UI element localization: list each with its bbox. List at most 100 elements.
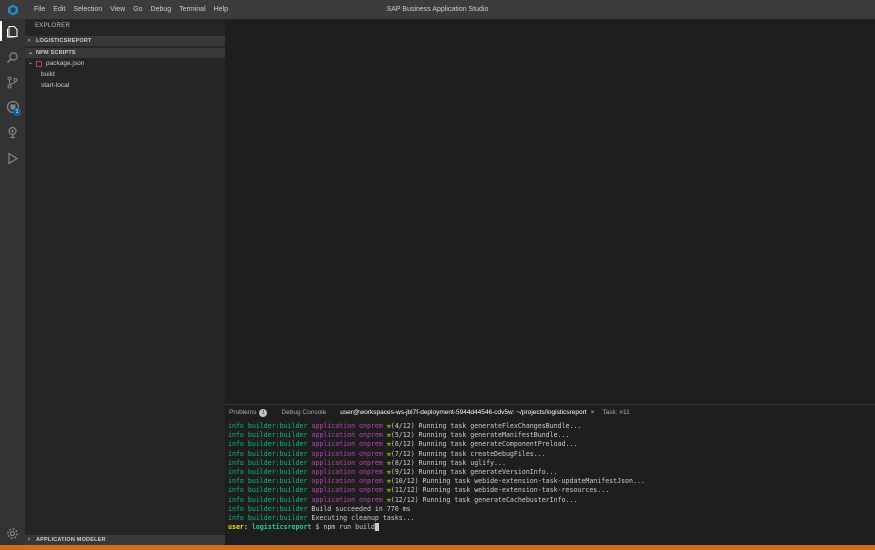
log-level: info: [228, 431, 244, 440]
menu-debug[interactable]: Debug: [147, 0, 176, 19]
tree-item-label: build: [41, 71, 55, 78]
terminal-line: info builder:builder Executing cleanup t…: [228, 514, 875, 523]
log-message: Build succeeded in 770 ms: [311, 504, 411, 513]
section-label: NPM SCRIPTS: [36, 50, 76, 56]
log-source: builder:builder: [247, 431, 308, 440]
log-level: info: [228, 449, 244, 458]
log-app: application onprem: [311, 486, 383, 495]
log-source: builder:builder: [247, 468, 308, 477]
prompt-symbol: $: [315, 523, 320, 532]
log-level: info: [228, 495, 244, 504]
remote-explorer-icon[interactable]: [0, 120, 25, 144]
settings-gear-icon[interactable]: [0, 521, 25, 545]
npm-script-start-local[interactable]: start-local: [25, 80, 225, 91]
close-icon[interactable]: ×: [591, 409, 595, 416]
log-source: builder:builder: [247, 458, 308, 467]
npm-script-build[interactable]: build: [25, 69, 225, 80]
tree-item-label: package.json: [46, 60, 85, 67]
section-npm-scripts[interactable]: ⌄ NPM SCRIPTS: [25, 48, 225, 58]
log-source: builder:builder: [247, 477, 308, 486]
app-logo-icon: [0, 0, 26, 19]
terminal-line: info builder:builder application onprem …: [228, 477, 875, 486]
log-level: info: [228, 422, 244, 430]
log-source: builder:builder: [247, 422, 308, 430]
log-message: (7/12) Running task createDebugFiles...: [390, 449, 546, 458]
menu-selection[interactable]: Selection: [69, 0, 106, 19]
menu-go[interactable]: Go: [129, 0, 146, 19]
tab-label: Task: #11: [602, 409, 630, 416]
section-label: APPLICATION MODELER: [36, 537, 106, 543]
tree-item-package-json[interactable]: ⌄ package.json: [25, 58, 225, 69]
log-level: info: [228, 468, 244, 477]
menu-edit[interactable]: Edit: [49, 0, 69, 19]
menu-terminal[interactable]: Terminal: [175, 0, 209, 19]
menu-bar: File Edit Selection View Go Debug Termin…: [30, 0, 232, 19]
log-source: builder:builder: [247, 440, 308, 449]
problems-count-badge: 1: [259, 408, 268, 417]
tab-debug-console[interactable]: Debug Console: [281, 405, 326, 420]
terminal-output[interactable]: info builder:builder application onprem …: [225, 420, 875, 532]
terminal-line: info builder:builder application onprem …: [228, 459, 875, 468]
log-message: Executing cleanup tasks...: [311, 514, 415, 523]
tab-label: user@workspaces-ws-jbl7f-deployment-5944…: [340, 409, 587, 416]
terminal-line: info builder:builder Build succeeded in …: [228, 505, 875, 514]
explorer-sidebar: EXPLORER › LOGISTICSREPORT ⌄ NPM SCRIPTS…: [25, 19, 225, 545]
log-message: (12/12) Running task generateCachebuster…: [390, 495, 578, 504]
run-debug-icon[interactable]: [0, 146, 25, 170]
log-source: builder:builder: [247, 514, 308, 523]
source-control-icon[interactable]: [0, 70, 25, 94]
explorer-icon[interactable]: [0, 19, 25, 43]
log-level: info: [228, 514, 244, 523]
npm-package-icon: [36, 60, 42, 67]
search-icon[interactable]: [0, 45, 25, 69]
prompt-user: user:: [228, 523, 248, 532]
log-message: (6/12) Running task generateComponentPre…: [390, 440, 578, 449]
terminal-line: info builder:builder application onprem …: [228, 422, 875, 431]
extensions-icon[interactable]: 1: [0, 95, 25, 119]
log-level: info: [228, 486, 244, 495]
log-source: builder:builder: [247, 504, 308, 513]
prompt-command: npm run build: [323, 523, 375, 532]
log-message: (8/12) Running task uglify...: [390, 458, 506, 467]
tab-label: Debug Console: [281, 409, 327, 416]
editor-area[interactable]: [225, 19, 875, 404]
tree-item-label: start-local: [41, 82, 70, 89]
chevron-down-icon: ⌄: [28, 50, 34, 56]
section-application-modeler[interactable]: › APPLICATION MODELER: [25, 535, 225, 545]
prompt-directory: logisticsreport: [251, 523, 312, 532]
tab-terminal[interactable]: user@workspaces-ws-jbl7f-deployment-5944…: [340, 405, 594, 420]
chevron-right-icon: ›: [28, 537, 31, 543]
log-level: info: [228, 504, 244, 513]
log-level: info: [228, 458, 244, 467]
tab-label: Problems: [229, 409, 257, 416]
menu-file[interactable]: File: [30, 0, 49, 19]
terminal-line: info builder:builder application onprem …: [228, 486, 875, 495]
activity-bar: 1: [0, 19, 25, 545]
log-message: (5/12) Running task generateManifestBund…: [390, 431, 570, 440]
title-bar: File Edit Selection View Go Debug Termin…: [0, 0, 875, 19]
log-source: builder:builder: [247, 449, 308, 458]
menu-help[interactable]: Help: [210, 0, 232, 19]
status-bar: [0, 545, 875, 550]
log-message: (11/12) Running task webide-extension-ta…: [390, 486, 610, 495]
terminal-cursor: [374, 523, 379, 532]
terminal-line: info builder:builder application onprem …: [228, 450, 875, 459]
panel-tabs: Problems 1 Debug Console user@workspaces…: [225, 405, 875, 420]
section-logisticsreport[interactable]: › LOGISTICSREPORT: [25, 36, 225, 46]
terminal-line: info builder:builder application onprem …: [228, 431, 875, 440]
chevron-right-icon: ›: [28, 38, 31, 44]
terminal-line: info builder:builder application onprem …: [228, 496, 875, 505]
log-message: (4/12) Running task generateFlexChangesB…: [390, 422, 582, 430]
menu-view[interactable]: View: [106, 0, 129, 19]
log-source: builder:builder: [247, 486, 308, 495]
log-app: application onprem: [311, 468, 383, 477]
tab-task[interactable]: Task: #11: [602, 405, 629, 420]
log-message: (10/12) Running task webide-extension-ta…: [390, 477, 645, 486]
log-app: application onprem: [311, 422, 383, 430]
chevron-down-icon: ⌄: [28, 60, 34, 66]
log-message: (9/12) Running task generateVersionInfo.…: [390, 468, 558, 477]
log-app: application onprem: [311, 449, 383, 458]
tab-problems[interactable]: Problems 1: [229, 405, 268, 420]
terminal-prompt-line[interactable]: user: logisticsreport $ npm run build: [228, 523, 875, 532]
log-level: info: [228, 477, 244, 486]
